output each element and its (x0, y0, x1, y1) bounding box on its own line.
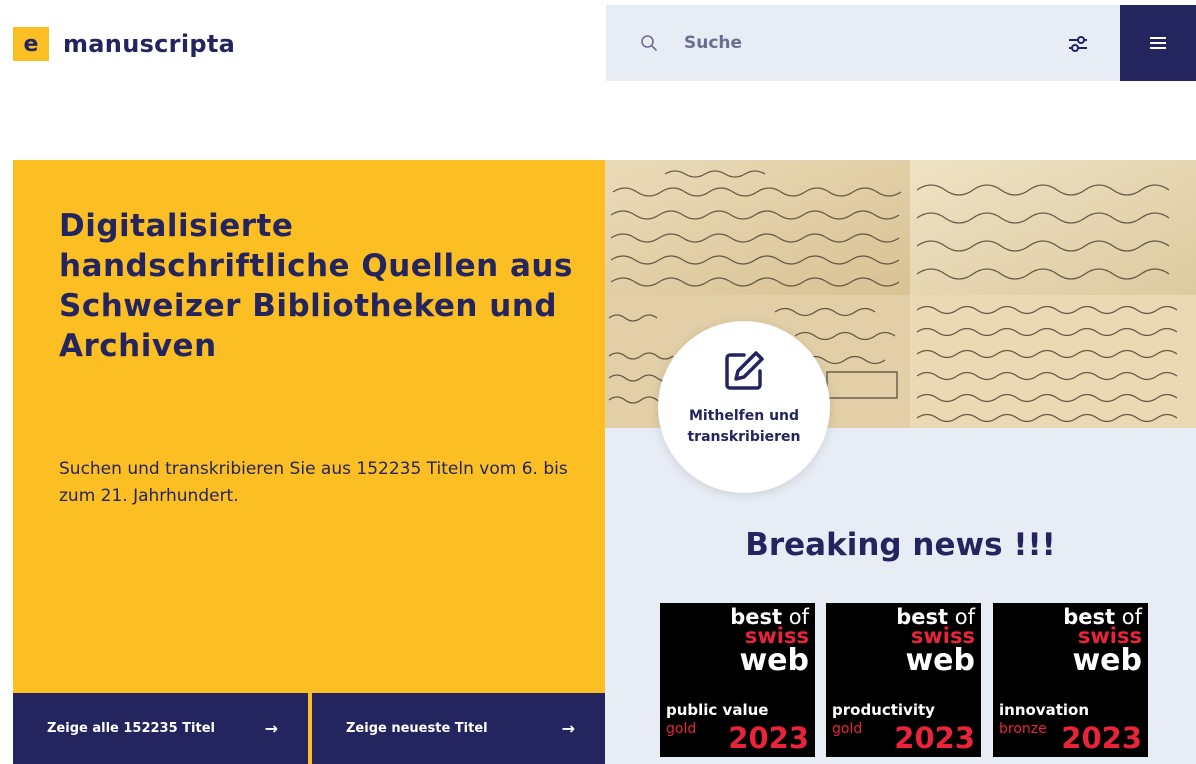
badge-category: public value (666, 701, 769, 719)
hero-subtitle: Suchen und transkribieren Sie aus 152235… (59, 459, 568, 506)
show-newest-titles-button[interactable]: Zeige neueste Titel → (312, 693, 605, 764)
edit-icon (725, 351, 764, 390)
badge-year: 2023 (894, 721, 975, 755)
badge-web: web (1072, 643, 1142, 678)
show-newest-titles-label: Zeige neueste Titel (346, 721, 488, 736)
show-all-titles-button[interactable]: Zeige alle 152235 Titel → (13, 693, 308, 764)
menu-icon (1150, 37, 1166, 49)
badge-year: 2023 (1061, 721, 1142, 755)
badge-medal: bronze (999, 721, 1047, 737)
help-label-line1: Mithelfen und (688, 408, 800, 424)
badge-category: innovation (999, 701, 1089, 719)
hero-title: Digitalisierte handschriftliche Quellen … (59, 208, 573, 364)
award-badge-productivity[interactable]: best of swiss web productivity gold 2023 (826, 603, 981, 757)
menu-button[interactable] (1120, 5, 1196, 81)
hero-button-row: Zeige alle 152235 Titel → Zeige neueste … (13, 693, 605, 764)
badge-web: web (905, 643, 975, 678)
site-logo[interactable]: e manuscripta (13, 27, 235, 61)
search-bar (606, 5, 1120, 81)
arrow-right-icon: → (264, 719, 278, 738)
hero-panel: Digitalisierte handschriftliche Quellen … (13, 160, 605, 764)
filter-icon[interactable] (1066, 32, 1090, 56)
badge-web: web (739, 643, 809, 678)
help-label-line2: transkribieren (687, 429, 801, 445)
news-title: Breaking news !!! (745, 527, 1056, 563)
help-transcribe-button[interactable]: Mithelfen und transkribieren (658, 321, 830, 493)
award-badge-public-value[interactable]: best of swiss web public value gold 2023 (660, 603, 815, 757)
arrow-right-icon: → (561, 719, 575, 738)
help-label: Mithelfen und transkribieren (658, 406, 830, 448)
search-input[interactable] (684, 29, 1024, 57)
show-all-titles-label: Zeige alle 152235 Titel (47, 721, 215, 736)
logo-text: manuscripta (63, 30, 236, 58)
badge-year: 2023 (728, 721, 809, 755)
badge-medal: gold (666, 721, 697, 737)
search-icon[interactable] (640, 34, 658, 52)
award-badge-innovation[interactable]: best of swiss web innovation bronze 2023 (993, 603, 1148, 757)
badge-medal: gold (832, 721, 863, 737)
badge-category: productivity (832, 701, 935, 719)
logo-letter: e (13, 27, 49, 61)
